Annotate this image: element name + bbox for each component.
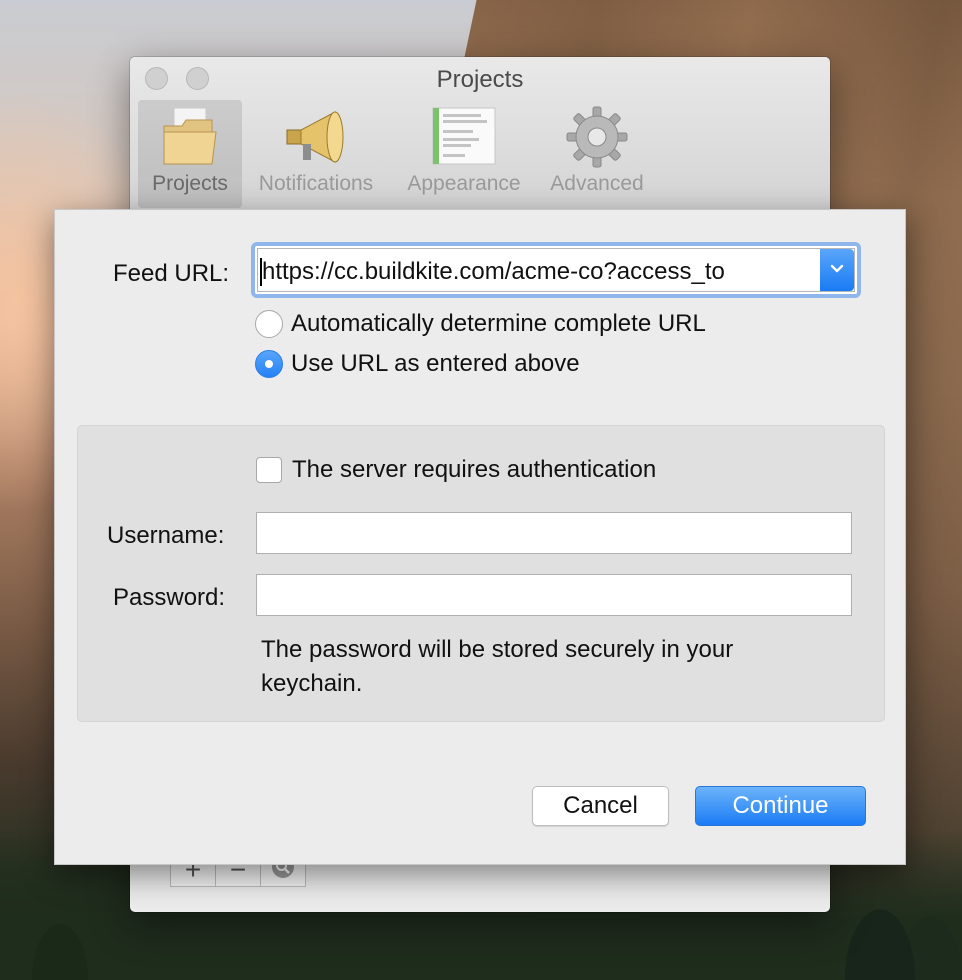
radio-use-url[interactable]: Use URL as entered above <box>255 350 580 378</box>
radio-label: Use URL as entered above <box>291 350 580 377</box>
folder-icon <box>160 106 220 174</box>
toolbar-label: Notifications <box>258 172 374 195</box>
toolbar-label: Advanced <box>550 172 644 195</box>
toolbar-appearance[interactable]: Appearance <box>398 100 530 208</box>
toolbar-label: Appearance <box>407 172 521 195</box>
continue-button[interactable]: Continue <box>695 786 866 826</box>
add-project-sheet: Feed URL: https://cc.buildkite.com/acme-… <box>54 209 906 865</box>
gear-icon <box>566 106 628 174</box>
cancel-button[interactable]: Cancel <box>532 786 669 826</box>
radio-button[interactable] <box>255 310 283 338</box>
auth-checkbox[interactable] <box>256 457 282 483</box>
chevron-down-icon <box>830 261 844 279</box>
radio-auto-url[interactable]: Automatically determine complete URL <box>255 310 706 338</box>
auth-checkbox-label: The server requires authentication <box>292 456 657 483</box>
radio-label: Automatically determine complete URL <box>291 310 706 337</box>
window-title: Projects <box>436 66 524 93</box>
megaphone-icon <box>283 106 349 174</box>
auth-checkbox-row[interactable]: The server requires authentication <box>256 456 656 484</box>
toolbar-label: Projects <box>152 172 228 195</box>
password-note: The password will be stored securely in … <box>261 636 734 697</box>
radio-button-selected[interactable] <box>255 350 283 378</box>
appearance-icon <box>431 106 497 174</box>
username-field[interactable] <box>256 512 852 554</box>
feed-url-combobox[interactable]: https://cc.buildkite.com/acme-co?access_… <box>251 242 861 298</box>
password-label: Password: <box>113 584 226 611</box>
authentication-box: The server requires authentication Usern… <box>77 425 885 722</box>
window-titlebar: Projects Projects Notifications Appearan… <box>130 57 830 211</box>
feed-url-input-frame: https://cc.buildkite.com/acme-co?access_… <box>257 248 855 292</box>
feed-url-label: Feed URL: <box>113 260 230 287</box>
username-label: Username: <box>107 522 225 549</box>
password-field[interactable] <box>256 574 852 616</box>
toolbar-notifications[interactable]: Notifications <box>248 100 384 208</box>
toolbar-projects[interactable]: Projects <box>138 100 242 208</box>
feed-url-dropdown-button[interactable] <box>820 249 854 291</box>
toolbar-advanced[interactable]: Advanced <box>540 100 654 208</box>
feed-url-input[interactable]: https://cc.buildkite.com/acme-co?access_… <box>260 258 725 286</box>
